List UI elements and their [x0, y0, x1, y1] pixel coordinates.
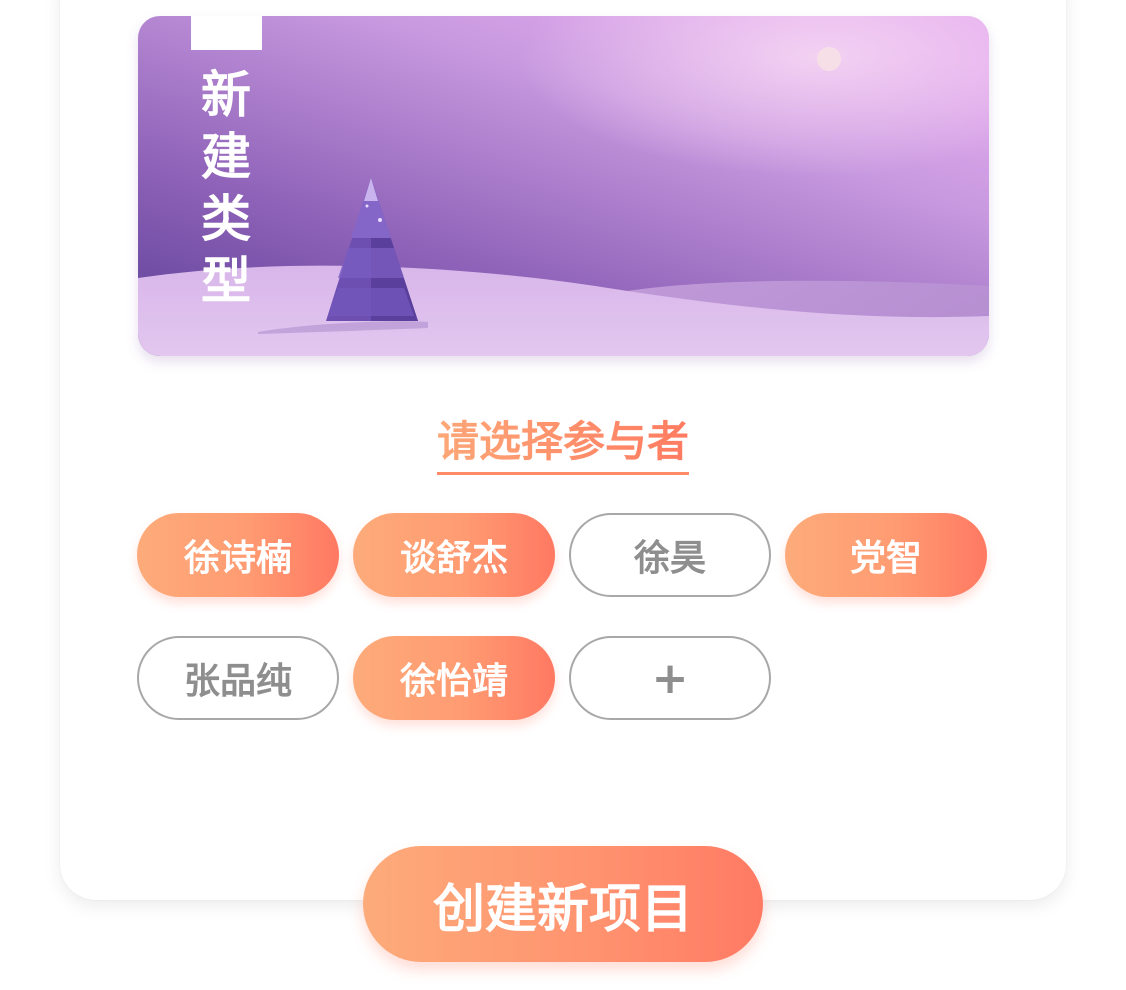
banner-title-char: 新 [201, 66, 251, 124]
participants-title: 请选择参与者 [436, 414, 689, 475]
banner-title-char: 类 [201, 190, 251, 248]
plus-icon: + [651, 652, 689, 704]
participant-chip[interactable]: 徐怡靖 [353, 636, 555, 720]
participant-chip[interactable]: 徐诗楠 [137, 513, 339, 597]
participant-chip[interactable]: 张品纯 [137, 636, 339, 720]
banner-tab-marker [191, 16, 262, 50]
create-project-button[interactable]: 创建新项目 [363, 846, 763, 962]
landscape-illustration [138, 16, 989, 356]
project-creation-screen: 新 建 类 型 请选择参与者 徐诗楠 谈舒杰 徐昊 党智 张品纯 徐怡靖 + 创… [0, 0, 1126, 990]
participant-chip[interactable]: 徐昊 [569, 513, 771, 597]
banner-title-char: 建 [201, 128, 251, 186]
participant-chip[interactable]: 党智 [785, 513, 987, 597]
banner-vertical-title: 新 建 类 型 [190, 64, 262, 312]
participant-chip[interactable]: 谈舒杰 [353, 513, 555, 597]
participants-heading: 请选择参与者 [0, 414, 1126, 475]
moon-icon [817, 47, 841, 71]
type-banner[interactable] [138, 16, 989, 356]
add-participant-button[interactable]: + [569, 636, 771, 720]
banner-title-char: 型 [201, 252, 251, 310]
